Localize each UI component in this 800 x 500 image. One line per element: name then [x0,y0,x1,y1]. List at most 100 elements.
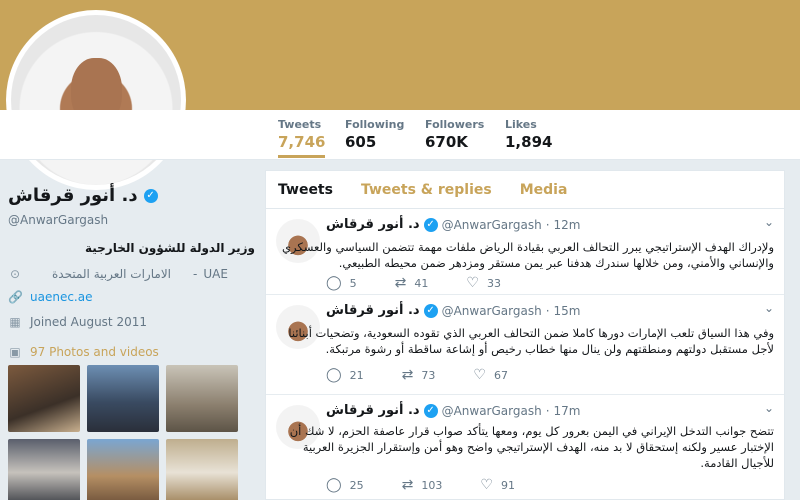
like-button[interactable]: ♡ 33 [466,275,501,291]
tweet-text: ولإدراك الهدف الإستراتيجي يبرر التحالف ا… [282,240,774,270]
link-icon: 🔗 [8,290,23,304]
heart-icon: ♡ [473,367,486,383]
photo-thumbnail[interactable] [8,365,80,432]
profile-joined: ▦ Joined August 2011 [8,315,248,329]
profile-url-link[interactable]: uaenec.ae [30,290,92,304]
profile-nav: Tweets 7,746 Following 605 Followers 670… [0,110,800,160]
calendar-icon: ▦ [9,315,21,329]
retweet-count: 41 [414,276,429,290]
retweet-button[interactable]: ⇄ 73 [402,367,436,383]
verified-icon: ✓ [143,188,158,203]
profile-handle[interactable]: @AnwarGargash [8,213,108,227]
stat-value: 1,894 [505,133,553,151]
tweet-author-handle[interactable]: @AnwarGargash [442,218,542,232]
reply-icon: ◯ [326,275,342,291]
tweet-text: تتضح جوانب التدخل الإيراني في اليمن بعرو… [289,424,774,470]
reply-icon: ◯ [326,477,342,493]
tweet-separator: · [545,403,550,418]
tweet-author-handle[interactable]: @AnwarGargash [442,404,542,418]
tweet-author-name[interactable]: د. أنور قرقاش [326,303,420,318]
chevron-down-icon[interactable]: ⌄ [764,215,774,229]
stat-label: Followers [425,118,485,131]
verified-icon: ✓ [423,217,438,232]
like-count: 33 [486,276,501,290]
tweet-text: وفي هذا السياق تلعب الإمارات دورها كاملا… [288,326,774,356]
tweet-author-handle[interactable]: @AnwarGargash [442,304,542,318]
verified-icon: ✓ [423,403,438,418]
tweet-actions: ◯ 5 ⇄ 41 ♡ 33 [326,275,501,291]
timeline: Tweets Tweets & replies Media د. أنور قر… [265,170,785,500]
tab-tweets-replies[interactable]: Tweets & replies [361,182,492,198]
like-count: 91 [500,478,515,492]
like-button[interactable]: ♡ 67 [473,367,508,383]
chevron-down-icon[interactable]: ⌄ [764,401,774,415]
photo-grid [8,365,240,500]
retweet-icon: ⇄ [394,275,407,291]
tab-media[interactable]: Media [520,182,568,198]
photo-thumbnail[interactable] [87,439,159,500]
retweet-button[interactable]: ⇄ 41 [395,275,429,291]
stat-label: Likes [505,118,537,131]
retweet-icon: ⇄ [401,367,414,383]
stat-likes[interactable]: Likes 1,894 [505,118,552,151]
tab-tweets[interactable]: Tweets [278,182,333,198]
tweet-time[interactable]: 12m [554,218,581,232]
tweet-separator: · [545,217,550,232]
heart-icon: ♡ [480,477,493,493]
tweet-author-name[interactable]: د. أنور قرقاش [326,403,420,418]
tweet[interactable]: د. أنور قرقاش ✓ @AnwarGargash · 12m ⌄ ول… [266,209,784,295]
timeline-tabs: Tweets Tweets & replies Media [266,171,784,209]
retweet-button[interactable]: ⇄ 103 [402,477,443,493]
stat-following[interactable]: Following 605 [345,118,404,151]
location-pin-icon: ⊙ [9,267,21,281]
like-count: 67 [493,368,508,382]
verified-icon: ✓ [423,303,438,318]
heart-icon: ♡ [466,275,479,291]
retweet-count: 73 [421,368,436,382]
profile-name[interactable]: د. أنور قرقاش [8,185,138,206]
stat-value: 670K [425,133,468,151]
stat-followers[interactable]: Followers 670K [425,118,484,151]
reply-count: 21 [349,368,364,382]
photos-link[interactable]: 97 Photos and videos [30,345,159,359]
reply-button[interactable]: ◯ 21 [326,367,364,383]
profile-name-row: د. أنور قرقاش ✓ [8,185,255,206]
profile-location: ⊙ الامارات العربية المتحدة - UAE [8,267,248,281]
retweet-icon: ⇄ [401,477,414,493]
photo-thumbnail[interactable] [8,439,80,500]
tweet[interactable]: د. أنور قرقاش ✓ @AnwarGargash · 15m ⌄ وف… [266,295,784,395]
chevron-down-icon[interactable]: ⌄ [764,301,774,315]
tweet-time[interactable]: 17m [554,404,581,418]
location-separator: - [193,267,198,281]
location-arabic: الامارات العربية المتحدة [52,267,171,281]
tweet-header: د. أنور قرقاش ✓ @AnwarGargash · 15m [326,303,581,318]
stat-value: 7,746 [278,133,326,151]
stat-value: 605 [345,133,377,151]
profile-url: 🔗 uaenec.ae [8,290,248,304]
profile-avatar[interactable] [6,10,186,190]
tweet-header: د. أنور قرقاش ✓ @AnwarGargash · 17m [326,403,581,418]
reply-count: 5 [349,276,357,290]
like-button[interactable]: ♡ 91 [480,477,515,493]
reply-button[interactable]: ◯ 25 [326,477,364,493]
photo-thumbnail[interactable] [166,439,238,500]
retweet-count: 103 [421,478,443,492]
stat-label: Following [345,118,405,131]
reply-button[interactable]: ◯ 5 [326,275,357,291]
joined-date: Joined August 2011 [30,315,147,329]
tweet-time[interactable]: 15m [554,304,581,318]
reply-count: 25 [349,478,364,492]
tweet-actions: ◯ 21 ⇄ 73 ♡ 67 [326,367,508,383]
reply-icon: ◯ [326,367,342,383]
tweet[interactable]: د. أنور قرقاش ✓ @AnwarGargash · 17m ⌄ تت… [266,395,784,500]
profile-bio: وزير الدولة للشؤون الخارجية [84,241,255,255]
tweet-author-name[interactable]: د. أنور قرقاش [326,217,420,232]
tweet-separator: · [545,303,550,318]
photo-icon: ▣ [9,345,21,359]
photo-thumbnail[interactable] [87,365,159,432]
stat-label: Tweets [278,118,322,131]
tweet-header: د. أنور قرقاش ✓ @AnwarGargash · 12m [326,217,581,232]
photo-thumbnail[interactable] [166,365,238,432]
stat-tweets[interactable]: Tweets 7,746 [278,118,326,158]
profile-photos: ▣ 97 Photos and videos [8,345,248,359]
